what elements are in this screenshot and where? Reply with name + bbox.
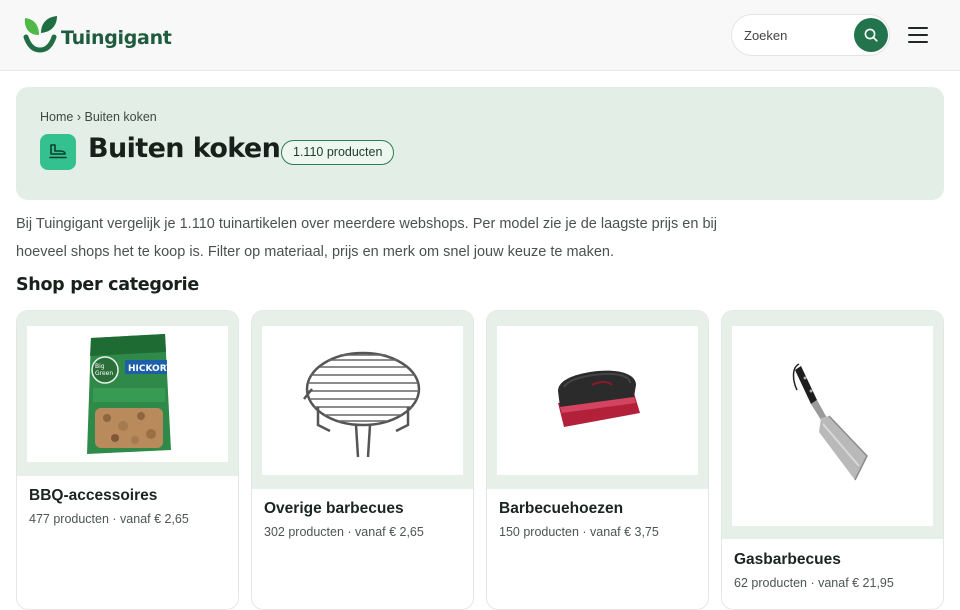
- breadcrumb: Home › Buiten koken: [40, 110, 157, 124]
- category-intro-text: Bij Tuingigant vergelijk je 1.110 tuinar…: [16, 216, 717, 260]
- svg-text:HICKORY: HICKORY: [128, 364, 173, 374]
- card-meta: 477 producten · vanaf € 2,65: [29, 512, 189, 526]
- search-icon: [864, 28, 878, 42]
- leaf-logo-icon: [23, 16, 57, 53]
- bbq-spatula-image: [732, 326, 933, 526]
- search-box: [731, 14, 890, 56]
- card-media: [722, 311, 943, 539]
- search-button[interactable]: [854, 18, 888, 52]
- card-media: [487, 311, 708, 489]
- breadcrumb-current: Buiten koken: [84, 110, 157, 124]
- breadcrumb-separator: ›: [76, 110, 81, 124]
- hickory-smoking-chips-bag-image: HICKORY Big Green: [27, 326, 228, 462]
- card-meta: 150 producten · vanaf € 3,75: [499, 525, 659, 539]
- bbq-category-icon: [40, 134, 76, 170]
- category-card-gasbarbecues[interactable]: Gasbarbecues 62 producten · vanaf € 21,9…: [721, 310, 944, 610]
- svg-text:Big: Big: [95, 363, 105, 370]
- section-title: Shop per categorie: [16, 275, 199, 295]
- category-card-bbq-accessoires[interactable]: HICKORY Big Green BBQ-accessoires 477 pr…: [16, 310, 239, 610]
- card-title: Overige barbecues: [264, 500, 404, 517]
- site-header: Tuingigant: [0, 0, 960, 71]
- card-title: Barbecuehoezen: [499, 500, 624, 517]
- card-meta: 302 producten · vanaf € 2,65: [264, 525, 424, 539]
- page-title: Buiten koken: [88, 133, 281, 164]
- svg-text:Green: Green: [95, 370, 113, 377]
- card-title: Gasbarbecues: [734, 551, 841, 568]
- category-hero: Home › Buiten koken Buiten koken 1.110 p…: [16, 87, 944, 200]
- category-card-barbecuehoezen[interactable]: Barbecuehoezen 150 producten · vanaf € 3…: [486, 310, 709, 610]
- grill-cleaning-sponge-image: [497, 326, 698, 475]
- product-count-badge: 1.110 producten: [281, 140, 395, 165]
- card-media: [252, 311, 473, 489]
- card-title: BBQ-accessoires: [29, 487, 158, 504]
- hamburger-menu-icon[interactable]: [906, 25, 930, 45]
- site-logo-text: Tuingigant: [61, 27, 172, 49]
- round-grill-grate-image: [262, 326, 463, 475]
- search-input[interactable]: [744, 25, 844, 45]
- breadcrumb-home-link[interactable]: Home: [40, 110, 73, 124]
- card-media: HICKORY Big Green: [17, 311, 238, 476]
- site-logo[interactable]: Tuingigant: [22, 15, 172, 53]
- card-meta: 62 producten · vanaf € 21,95: [734, 576, 894, 590]
- category-card-overige-barbecues[interactable]: Overige barbecues 302 producten · vanaf …: [251, 310, 474, 610]
